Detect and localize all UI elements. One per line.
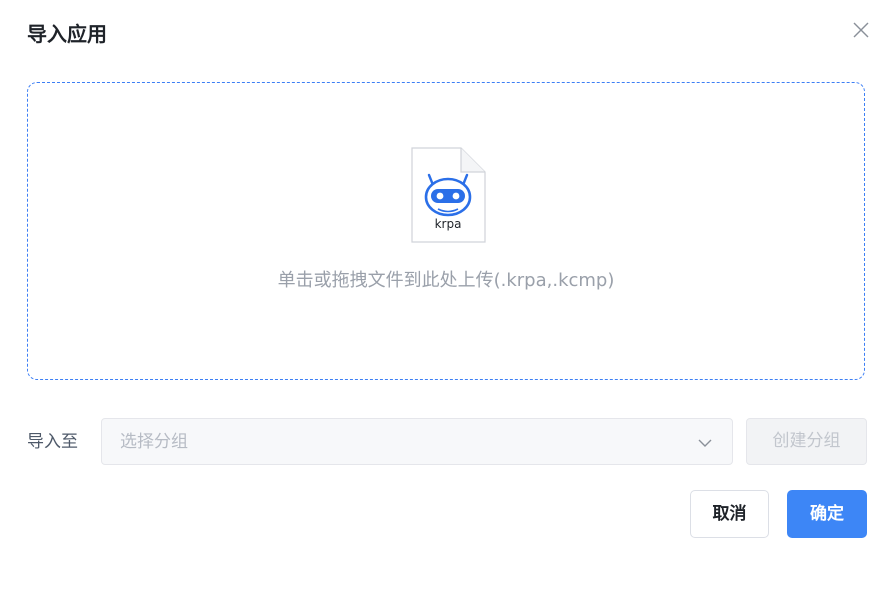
ok-button[interactable]: 确定 <box>787 490 867 538</box>
chevron-down-icon <box>698 439 712 447</box>
dialog-title: 导入应用 <box>27 22 107 46</box>
krpa-file-icon: krpa <box>411 147 487 243</box>
close-button[interactable] <box>849 18 873 42</box>
file-extension-label: krpa <box>434 217 462 231</box>
group-select-placeholder: 选择分组 <box>120 432 188 452</box>
import-app-dialog: 导入应用 krpa 单击或拖拽文件到此处上传(.krpa,.kcmp) 导入至 <box>0 0 894 591</box>
import-to-label: 导入至 <box>27 432 78 452</box>
upload-hint: 单击或拖拽文件到此处上传(.krpa,.kcmp) <box>277 270 615 291</box>
cancel-button[interactable]: 取消 <box>690 490 769 538</box>
upload-dropzone[interactable]: krpa 单击或拖拽文件到此处上传(.krpa,.kcmp) <box>27 82 865 380</box>
close-icon <box>853 22 869 38</box>
group-select[interactable]: 选择分组 <box>101 418 733 465</box>
create-group-button[interactable]: 创建分组 <box>746 418 867 465</box>
